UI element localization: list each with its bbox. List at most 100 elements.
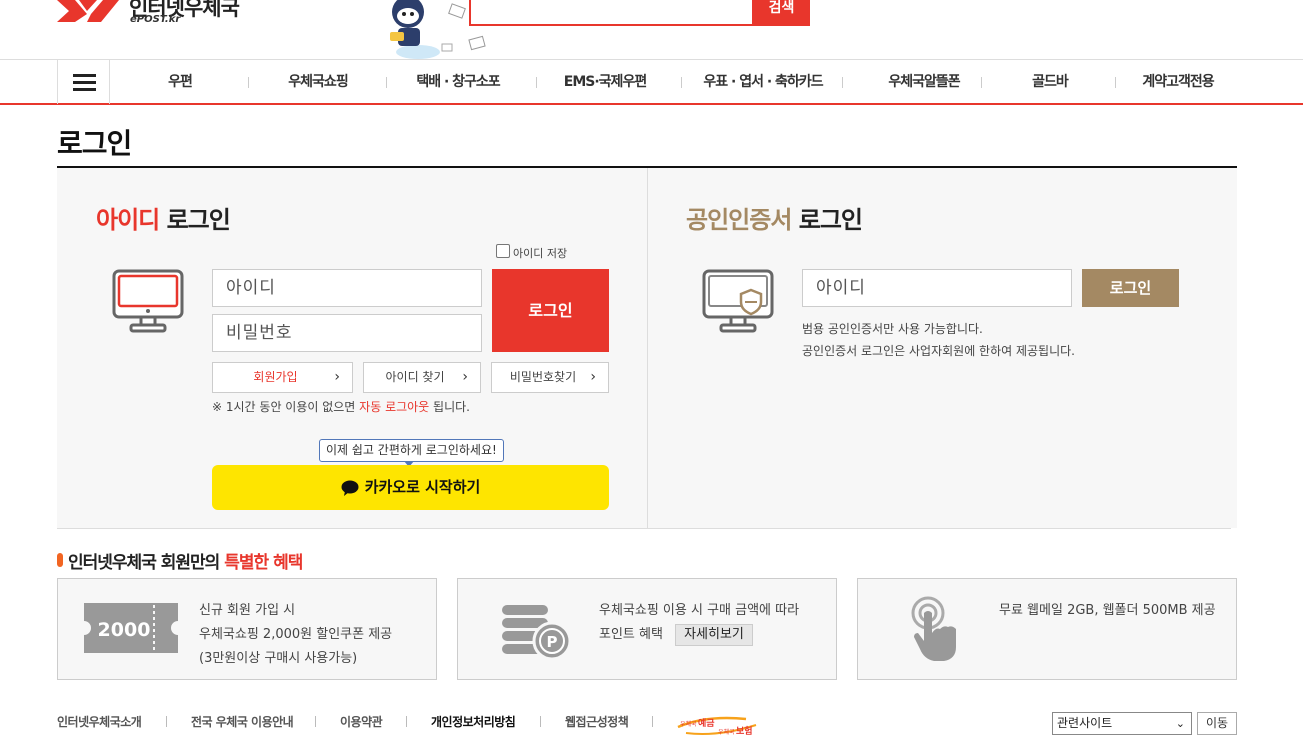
main-nav: 우편 우체국쇼핑 택배 · 창구소포 EMS·국제우편 우표 · 엽서 · 축하… <box>0 59 1303 105</box>
cert-info-line2: 공인인증서 로그인은 사업자회원에 한하여 제공됩니다. <box>802 344 1075 358</box>
benefit-coupon-text: 신규 회원 가입 시 우체국쇼핑 2,000원 할인쿠폰 제공 (3만원이상 구… <box>199 599 392 671</box>
epost-logo-icon[interactable] <box>57 0 119 22</box>
nav-item-mobile[interactable]: 우체국알뜰폰 <box>866 60 982 104</box>
bullet-icon <box>57 553 63 567</box>
nav-separator <box>1115 77 1116 88</box>
benefit-webmail-text: 무료 웹메일 2GB, 웹폴더 500MB 제공 <box>999 603 1216 618</box>
save-id-label[interactable]: 아이디 저장 <box>513 245 567 261</box>
join-button[interactable]: 회원가입 › <box>212 362 353 393</box>
banner-text1: 우체국 <box>680 720 697 728</box>
nav-item-ems[interactable]: EMS·국제우편 <box>555 60 655 104</box>
benefit-coupon-line3: (3만원이상 구매시 사용가능) <box>199 651 358 666</box>
svg-text:P: P <box>547 633 558 651</box>
chevron-right-icon: › <box>590 369 596 385</box>
nav-separator <box>842 77 843 88</box>
footer-separator <box>406 716 407 727</box>
details-button[interactable]: 자세히보기 <box>675 624 753 646</box>
cert-login-title: 공인인증서 로그인 <box>686 200 863 235</box>
kakao-button-label: 카카오로 시작하기 <box>364 478 481 496</box>
footer-link-terms[interactable]: 이용약관 <box>340 713 383 730</box>
coupon-amount: 2000 <box>98 619 151 641</box>
benefit-point-label: 포인트 혜택 <box>599 627 663 642</box>
kakao-login-button[interactable]: 카카오로 시작하기 <box>212 465 609 510</box>
find-password-button[interactable]: 비밀번호찾기 › <box>491 362 609 393</box>
cert-info-line1: 범용 공인인증서만 사용 가능합니다. <box>802 322 983 336</box>
benefits-title-highlight: 특별한 혜택 <box>224 553 303 573</box>
touch-hand-icon <box>911 596 956 661</box>
find-id-button[interactable]: 아이디 찾기 › <box>363 362 481 393</box>
cert-login-title-rest: 로그인 <box>791 206 863 234</box>
benefit-point-line1: 우체국쇼핑 이용 시 구매 금액에 따라 <box>599 603 800 618</box>
footer-separator <box>652 716 653 727</box>
page-title: 로그인 <box>57 127 132 160</box>
bank-insurance-logo-icon: 우체국 예금 우체국 보험 <box>677 716 757 737</box>
nav-separator <box>536 77 537 88</box>
password-input[interactable]: 비밀번호 <box>212 314 482 352</box>
benefit-webmail-box: 무료 웹메일 2GB, 웹폴더 500MB 제공 <box>857 578 1237 680</box>
footer-separator <box>166 716 167 727</box>
nav-separator <box>681 77 682 88</box>
join-button-label: 회원가입 <box>253 370 298 384</box>
footer-link-about[interactable]: 인터넷우체국소개 <box>57 713 142 730</box>
site-header: 인터넷우체국 ePOST.kr 검색 <box>0 0 1303 60</box>
cert-info: 범용 공인인증서만 사용 가능합니다. 공인인증서 로그인은 사업자회원에 한하… <box>802 318 1075 362</box>
chevron-right-icon: › <box>462 369 468 385</box>
certificate-monitor-icon <box>702 269 774 333</box>
search-input[interactable] <box>469 0 754 26</box>
id-input[interactable]: 아이디 <box>212 269 482 307</box>
footer-separator <box>540 716 541 727</box>
nav-item-contract[interactable]: 계약고객전용 <box>1130 60 1226 104</box>
panel-divider <box>57 528 1231 529</box>
monitor-icon <box>112 269 184 333</box>
cert-login-title-highlight: 공인인증서 <box>686 206 792 234</box>
benefit-coupon-line2: 우체국쇼핑 2,000원 할인쿠폰 제공 <box>199 627 393 642</box>
go-button[interactable]: 이동 <box>1197 712 1237 735</box>
login-button[interactable]: 로그인 <box>492 269 609 352</box>
save-id-checkbox[interactable] <box>496 244 510 258</box>
nav-separator <box>248 77 249 88</box>
menu-icon[interactable] <box>57 60 110 104</box>
notice-highlight: 자동 로그아웃 <box>359 400 430 414</box>
nav-separator <box>981 77 982 88</box>
cert-login-button[interactable]: 로그인 <box>1082 269 1179 307</box>
search-button[interactable]: 검색 <box>753 0 810 26</box>
benefit-coupon-line1: 신규 회원 가입 시 <box>199 603 296 618</box>
benefit-point-line2: 포인트 혜택 자세히보기 <box>599 623 799 647</box>
chevron-right-icon: › <box>334 369 340 385</box>
banner-text4: 보험 <box>736 725 753 737</box>
kakao-tooltip: 이제 쉽고 간편하게 로그인하세요! <box>319 439 504 462</box>
banner-text3: 우체국 <box>718 728 735 736</box>
benefit-point-box: P 우체국쇼핑 이용 시 구매 금액에 따라 포인트 혜택 자세히보기 <box>457 578 837 680</box>
cert-id-input[interactable]: 아이디 <box>802 269 1072 307</box>
bank-insurance-banner[interactable]: 우체국 예금 우체국 보험 <box>676 713 758 737</box>
footer-link-guide[interactable]: 전국 우체국 이용안내 <box>191 713 294 730</box>
find-id-label: 아이디 찾기 <box>385 370 445 384</box>
nav-item-stamps[interactable]: 우표 · 엽서 · 축하카드 <box>690 60 836 104</box>
point-coins-icon: P <box>502 605 572 661</box>
benefits-title: 인터넷우체국 회원만의 특별한 혜택 <box>68 548 303 573</box>
kakao-chat-icon <box>341 480 359 496</box>
id-login-title-highlight: 아이디 <box>96 206 160 234</box>
auto-logout-notice: ※ 1시간 동안 이용이 없으면 자동 로그아웃 됩니다. <box>212 398 470 415</box>
nav-item-mail[interactable]: 우편 <box>140 60 220 104</box>
notice-post: 됩니다. <box>429 400 470 414</box>
notice-pre: ※ 1시간 동안 이용이 없으면 <box>212 400 360 414</box>
id-login-title: 아이디 로그인 <box>96 200 231 235</box>
nav-item-parcel[interactable]: 택배 · 창구소포 <box>400 60 516 104</box>
find-password-label: 비밀번호찾기 <box>509 370 577 384</box>
chevron-down-icon: ⌄ <box>1175 717 1185 730</box>
id-login-title-rest: 로그인 <box>159 206 231 234</box>
nav-item-shopping[interactable]: 우체국쇼핑 <box>270 60 366 104</box>
footer-link-privacy[interactable]: 개인정보처리방침 <box>431 713 516 730</box>
benefits-title-pre: 인터넷우체국 회원만의 <box>68 553 225 573</box>
nav-separator <box>386 77 387 88</box>
related-sites-select[interactable]: 관련사이트 ⌄ <box>1052 712 1192 735</box>
logo-subtext: ePOST.kr <box>130 14 181 25</box>
coupon-icon: 2000 <box>84 603 178 653</box>
footer-link-accessibility[interactable]: 웹접근성정책 <box>565 713 629 730</box>
nav-item-goldbar[interactable]: 골드바 <box>1010 60 1090 104</box>
banner-text2: 예금 <box>698 717 715 729</box>
footer-separator <box>315 716 316 727</box>
benefit-coupon-box: 2000 신규 회원 가입 시 우체국쇼핑 2,000원 할인쿠폰 제공 (3만… <box>57 578 437 680</box>
related-sites-value: 관련사이트 <box>1057 716 1113 730</box>
